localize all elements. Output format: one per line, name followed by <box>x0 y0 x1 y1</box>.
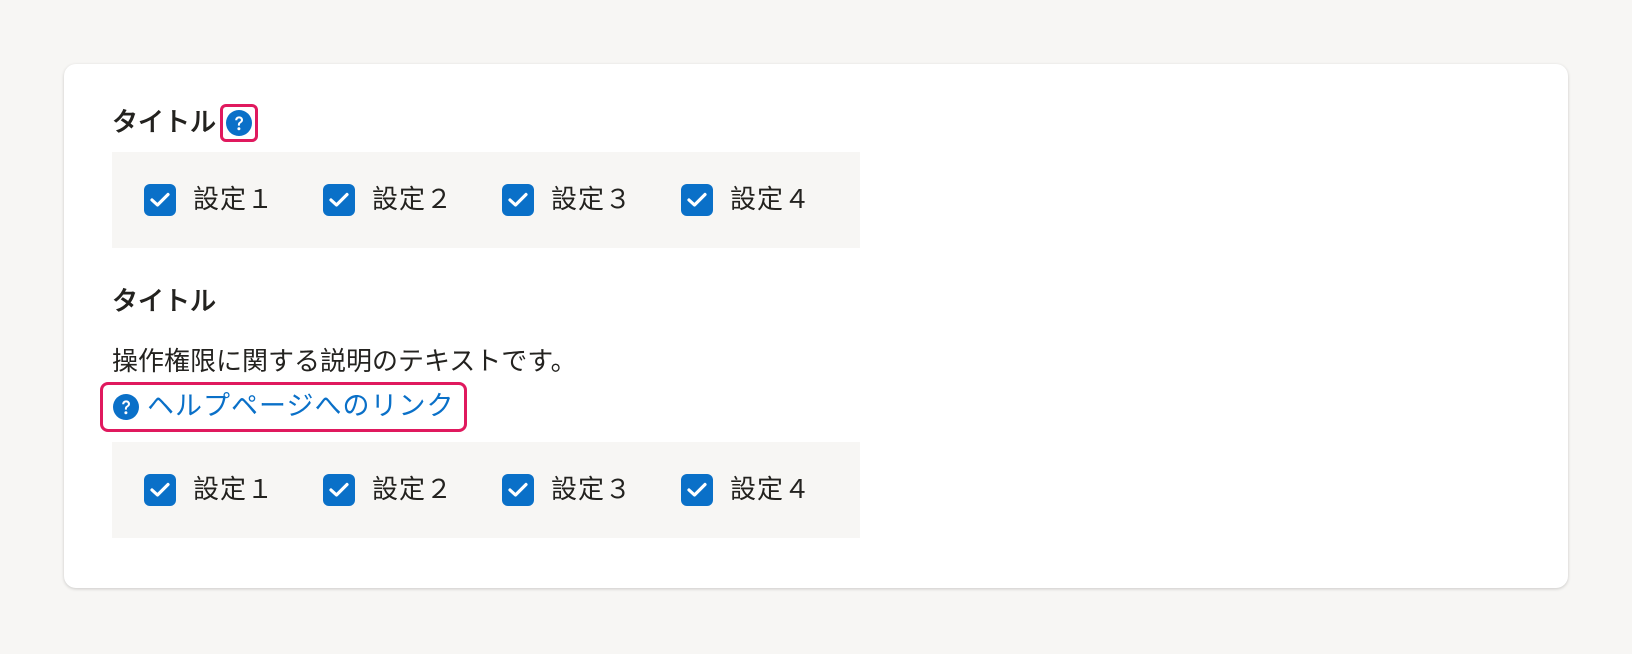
checkbox-checked-icon[interactable] <box>681 184 713 216</box>
checkbox-checked-icon[interactable] <box>681 474 713 506</box>
section-2-checkbox-group: 設定１ 設定２ 設定３ 設定４ <box>112 442 860 538</box>
section-1-help-button[interactable] <box>220 104 259 142</box>
section-1-checkbox-group: 設定１ 設定２ 設定３ 設定４ <box>112 152 860 248</box>
section-1-title: タイトル <box>112 108 217 138</box>
checkbox-checked-icon[interactable] <box>144 474 176 506</box>
section-2-title: タイトル <box>112 287 217 317</box>
section-1-title-row: タイトル <box>112 104 259 142</box>
settings-card: タイトル 設定１ 設定２ 設定３ 設定４ タイトル 操作権限に関する説明のテキス… <box>64 64 1568 588</box>
help-page-link[interactable]: ヘルプページへのリンク <box>100 382 468 432</box>
checkbox-label: 設定３ <box>551 475 633 505</box>
checkbox-setting-1[interactable]: 設定１ <box>144 184 323 216</box>
checkbox-label: 設定１ <box>193 185 275 215</box>
checkbox-label: 設定４ <box>730 475 812 505</box>
checkbox-label: 設定２ <box>372 475 454 505</box>
checkbox-setting-3[interactable]: 設定３ <box>502 474 681 506</box>
checkbox-setting-4[interactable]: 設定４ <box>681 474 860 506</box>
section-2-description: 操作権限に関する説明のテキストです。 <box>112 347 577 377</box>
question-circle-icon <box>113 394 139 420</box>
checkbox-setting-1[interactable]: 設定１ <box>144 474 323 506</box>
section-2-title-row: タイトル <box>112 284 216 320</box>
checkbox-checked-icon[interactable] <box>323 474 355 506</box>
checkbox-label: 設定１ <box>193 475 275 505</box>
checkbox-label: 設定４ <box>730 185 812 215</box>
checkbox-setting-2[interactable]: 設定２ <box>323 474 502 506</box>
checkbox-setting-3[interactable]: 設定３ <box>502 184 681 216</box>
checkbox-checked-icon[interactable] <box>502 184 534 216</box>
checkbox-setting-2[interactable]: 設定２ <box>323 184 502 216</box>
checkbox-label: 設定３ <box>551 185 633 215</box>
checkbox-label: 設定２ <box>372 185 454 215</box>
help-page-link-label[interactable]: ヘルプページへのリンク <box>147 389 454 425</box>
question-circle-icon <box>226 110 253 136</box>
checkbox-checked-icon[interactable] <box>144 184 176 216</box>
checkbox-checked-icon[interactable] <box>323 184 355 216</box>
checkbox-setting-4[interactable]: 設定４ <box>681 184 860 216</box>
checkbox-checked-icon[interactable] <box>502 474 534 506</box>
